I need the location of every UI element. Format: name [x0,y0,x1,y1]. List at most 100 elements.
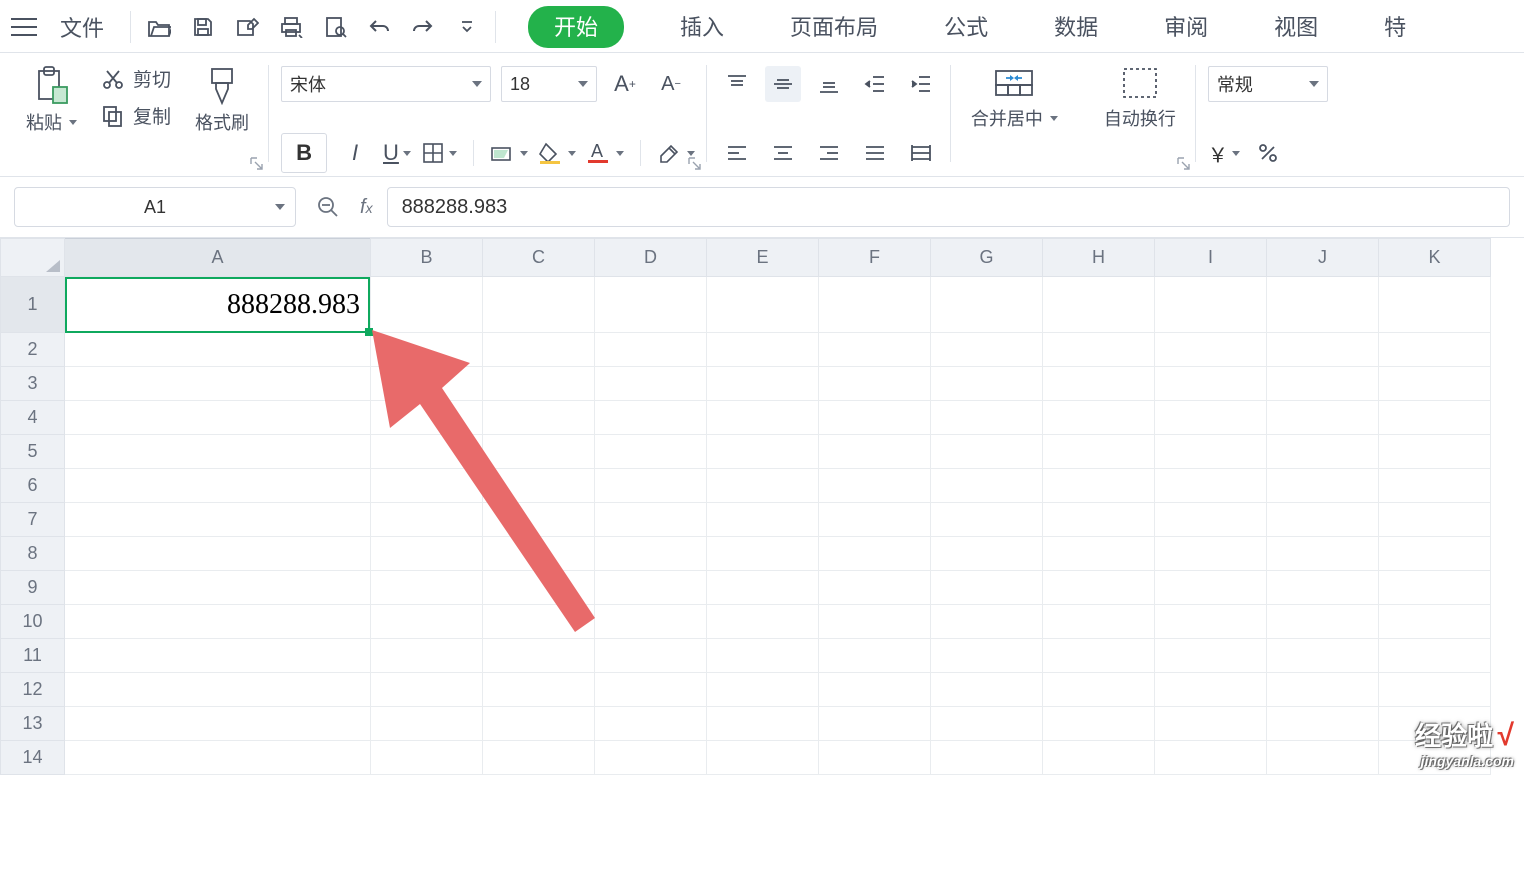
cell[interactable] [931,277,1043,333]
save-as-icon[interactable] [231,11,263,43]
dialog-launcher-icon[interactable] [249,156,265,172]
tab-insert[interactable]: 插入 [670,6,734,48]
row-header[interactable]: 10 [1,605,65,639]
decrease-font-icon[interactable]: A− [653,66,689,102]
format-painter-button[interactable]: 格式刷 [187,61,257,135]
dialog-launcher-icon[interactable] [1176,156,1192,172]
cell[interactable] [1267,469,1379,503]
cell[interactable] [1267,435,1379,469]
save-icon[interactable] [187,11,219,43]
print-preview-icon[interactable] [319,11,351,43]
cell[interactable] [819,435,931,469]
align-right-icon[interactable] [811,135,847,171]
paste-button[interactable]: 粘贴 [18,61,85,135]
cell[interactable] [1379,401,1491,435]
cell[interactable] [595,367,707,401]
percent-button[interactable] [1250,135,1286,171]
row-header[interactable]: 3 [1,367,65,401]
cell[interactable] [819,503,931,537]
cell[interactable] [1155,469,1267,503]
column-header[interactable]: D [595,239,707,277]
cell[interactable] [1155,435,1267,469]
cell[interactable] [483,605,595,639]
cell[interactable] [595,741,707,775]
cell[interactable] [1379,673,1491,707]
cell[interactable] [1155,537,1267,571]
cell[interactable] [371,605,483,639]
justify-icon[interactable] [857,135,893,171]
cell[interactable] [707,277,819,333]
column-header[interactable]: C [483,239,595,277]
cell[interactable] [1043,537,1155,571]
cell[interactable] [483,367,595,401]
cell[interactable] [1155,333,1267,367]
cell[interactable] [1155,571,1267,605]
row-header[interactable]: 4 [1,401,65,435]
number-format-select[interactable]: 常规 [1208,66,1328,102]
cell[interactable] [707,401,819,435]
cell[interactable] [595,503,707,537]
align-bottom-icon[interactable] [811,66,847,102]
cell[interactable] [65,605,371,639]
column-header[interactable]: I [1155,239,1267,277]
selected-cell-A1[interactable]: 888288.983 [65,277,370,333]
cell[interactable] [707,367,819,401]
align-center-icon[interactable] [765,135,801,171]
cell[interactable] [931,639,1043,673]
cell[interactable] [1043,367,1155,401]
cell[interactable] [595,639,707,673]
cell[interactable] [65,741,371,775]
cell[interactable] [1043,639,1155,673]
cell[interactable] [1043,571,1155,605]
cell[interactable] [1043,333,1155,367]
cell[interactable] [371,435,483,469]
cell[interactable] [1155,605,1267,639]
cell[interactable] [1379,435,1491,469]
italic-button[interactable]: I [337,135,373,171]
cell[interactable] [371,571,483,605]
align-top-icon[interactable] [719,66,755,102]
cell[interactable] [1379,571,1491,605]
cell[interactable] [371,367,483,401]
cell[interactable] [819,673,931,707]
row-header[interactable]: 1 [1,277,65,333]
zoom-out-icon[interactable] [310,189,346,225]
cell[interactable] [595,605,707,639]
cell[interactable] [1043,605,1155,639]
cell[interactable] [1267,277,1379,333]
file-menu[interactable]: 文件 [46,11,118,43]
cell[interactable] [65,503,371,537]
cell[interactable] [1155,277,1267,333]
increase-font-icon[interactable]: A+ [607,66,643,102]
cell[interactable] [595,537,707,571]
cell[interactable] [819,639,931,673]
cell[interactable] [931,537,1043,571]
fx-label[interactable]: fx [360,196,373,219]
cell[interactable] [65,367,371,401]
cell[interactable] [931,707,1043,741]
cell[interactable] [65,639,371,673]
cell[interactable] [931,401,1043,435]
cell[interactable] [595,277,707,333]
cell[interactable] [931,503,1043,537]
cell[interactable] [1155,741,1267,775]
cell[interactable] [1155,367,1267,401]
column-header[interactable]: G [931,239,1043,277]
cell[interactable] [1379,469,1491,503]
cell[interactable] [819,571,931,605]
row-header[interactable]: 5 [1,435,65,469]
tab-page-layout[interactable]: 页面布局 [780,6,888,48]
cell[interactable] [1043,741,1155,775]
fill-color-button[interactable] [538,141,576,165]
cell[interactable] [707,673,819,707]
cell[interactable] [707,639,819,673]
cell[interactable] [595,333,707,367]
cell-fill-effect-button[interactable] [490,142,528,164]
decrease-indent-icon[interactable] [857,66,893,102]
row-header[interactable]: 6 [1,469,65,503]
cell[interactable] [707,503,819,537]
cell[interactable] [931,367,1043,401]
cell[interactable] [371,639,483,673]
cell[interactable] [483,571,595,605]
copy-button[interactable]: 复制 [101,102,171,129]
